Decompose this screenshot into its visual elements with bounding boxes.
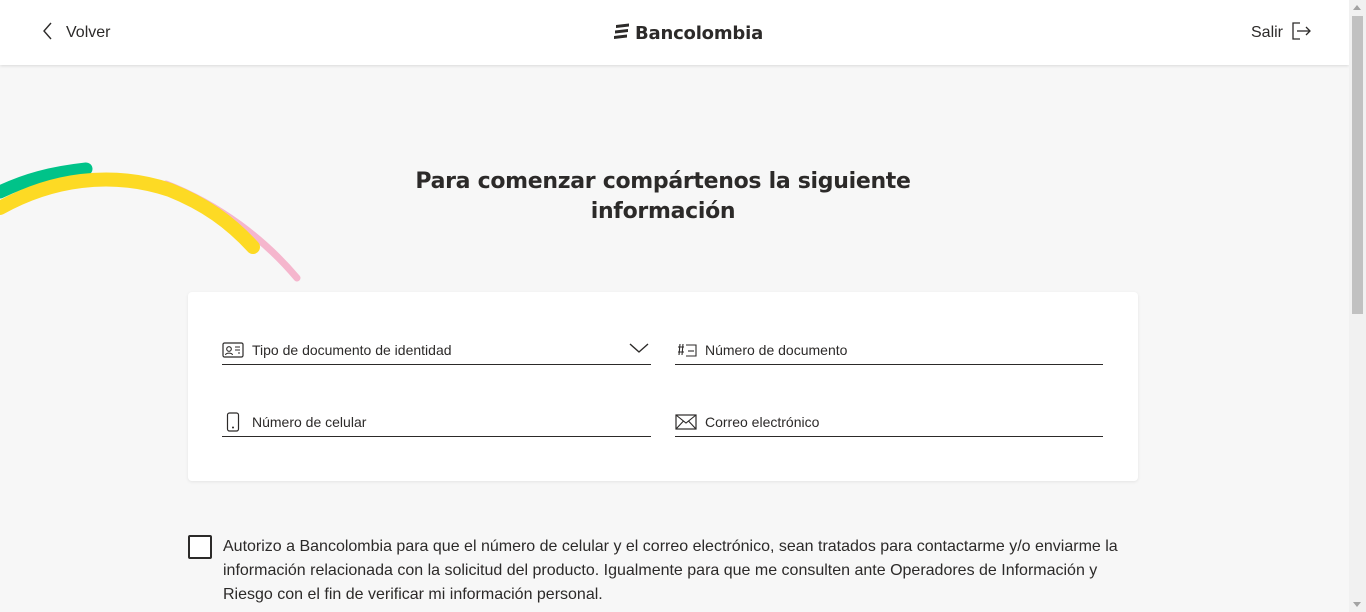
- consent-row: Autorizo a Bancolombia para que el númer…: [188, 535, 1138, 607]
- consent-text: Autorizo a Bancolombia para que el númer…: [223, 538, 1118, 603]
- back-button[interactable]: Volver: [40, 20, 110, 46]
- document-type-placeholder: Tipo de documento de identidad: [252, 341, 452, 358]
- page-title-line-2: información: [590, 199, 736, 224]
- bancolombia-logo: Bancolombia: [613, 20, 763, 46]
- scroll-up-arrow-icon[interactable]: [1353, 5, 1361, 10]
- logout-icon: [1291, 21, 1313, 46]
- bancolombia-mark-icon: [613, 22, 631, 45]
- page-scrollbar[interactable]: [1349, 0, 1366, 612]
- phone-placeholder: Número de celular: [252, 413, 367, 430]
- mobile-phone-icon: [222, 411, 244, 433]
- scroll-down-arrow-icon[interactable]: [1353, 602, 1361, 607]
- chevron-left-icon: [40, 21, 56, 46]
- phone-input[interactable]: Número de celular: [222, 407, 651, 437]
- exit-button[interactable]: Salir: [1251, 20, 1313, 46]
- exit-label: Salir: [1251, 24, 1284, 41]
- top-bar: Volver Bancolombia Salir: [0, 0, 1349, 65]
- brand-name: Bancolombia: [635, 22, 764, 44]
- back-label: Volver: [66, 24, 111, 41]
- decorative-arcs: [0, 162, 301, 282]
- document-number-placeholder: Número de documento: [705, 341, 848, 358]
- envelope-icon: [675, 411, 697, 433]
- email-input[interactable]: Correo electrónico: [675, 407, 1103, 437]
- hash-card-icon: [675, 339, 697, 361]
- consent-checkbox[interactable]: [188, 535, 212, 559]
- document-type-select[interactable]: Tipo de documento de identidad: [222, 335, 651, 365]
- scroll-thumb[interactable]: [1352, 16, 1363, 314]
- email-placeholder: Correo electrónico: [705, 413, 820, 430]
- id-card-icon: [222, 339, 244, 361]
- document-number-input[interactable]: Número de documento: [675, 335, 1103, 365]
- personal-info-form: Tipo de documento de identidad Número de…: [188, 292, 1138, 481]
- page-title: Para comenzar compártenos la siguiente i…: [383, 167, 943, 227]
- chevron-down-icon[interactable]: [629, 341, 649, 358]
- page-title-line-1: Para comenzar compártenos la siguiente: [415, 169, 911, 194]
